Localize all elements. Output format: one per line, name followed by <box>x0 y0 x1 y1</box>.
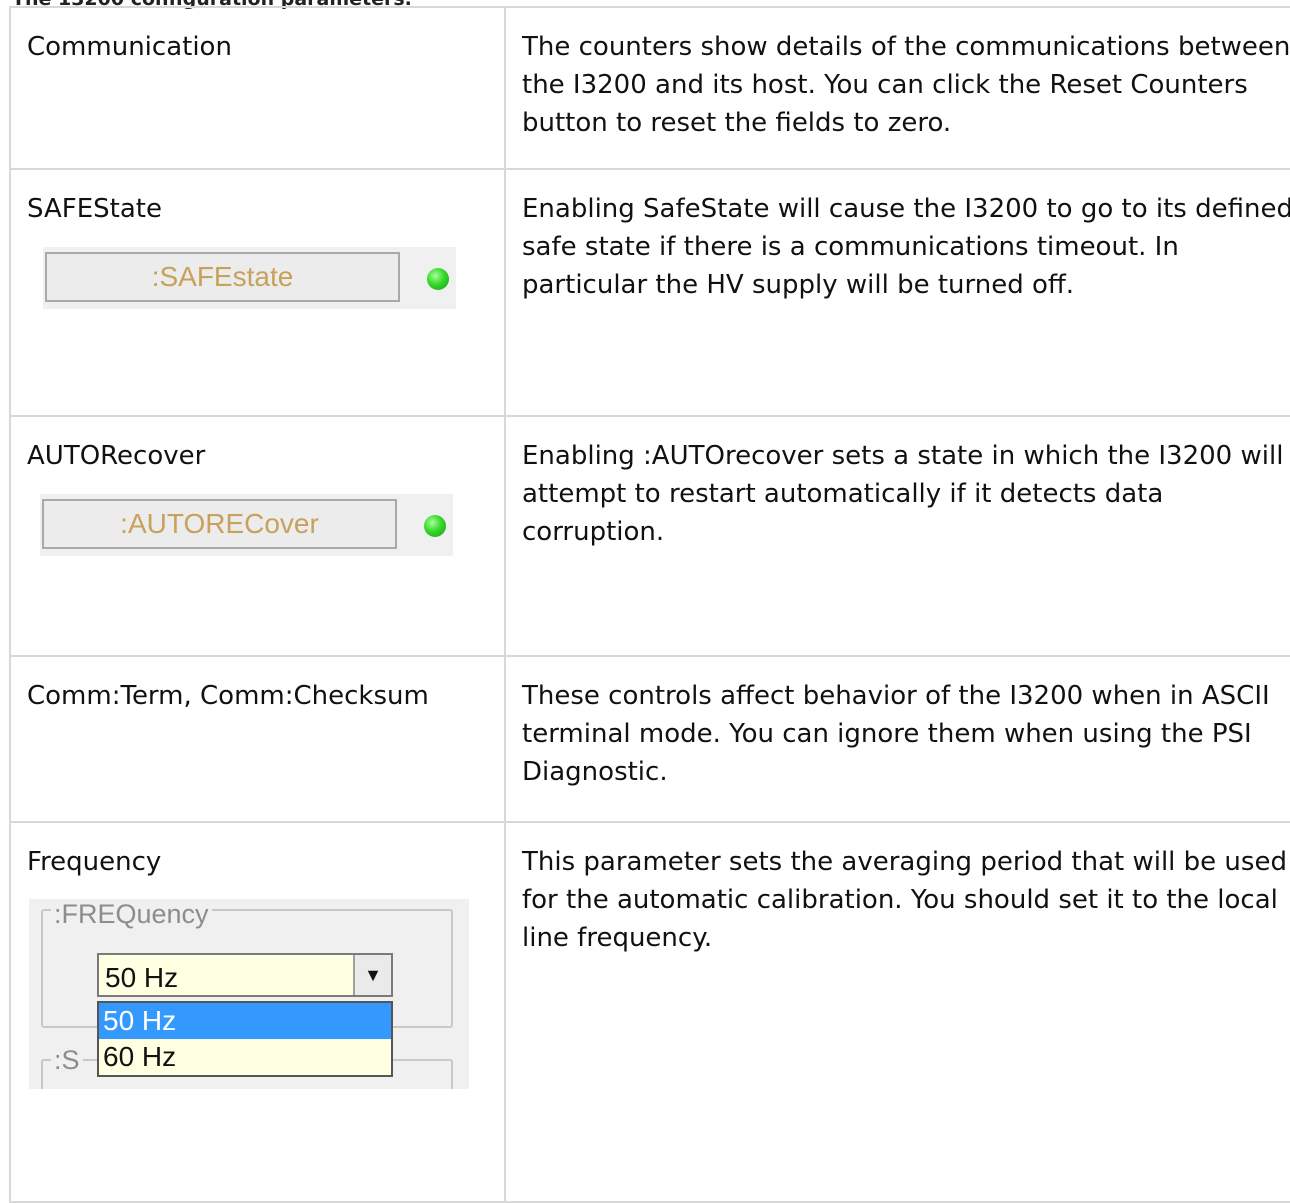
safestate-widget: :SAFEstate <box>43 247 456 309</box>
table-row: Comm:Term, Comm:Checksum These controls … <box>9 655 1290 823</box>
param-desc-comm: These controls affect behavior of the I3… <box>522 681 1270 787</box>
param-name-communication: Communication <box>27 32 232 62</box>
frequency-option: 50 Hz <box>99 1003 391 1039</box>
status-led-icon <box>424 515 446 537</box>
frequency-widget: :FREQuency :S 50 Hz ▼ 50 Hz 60 Hz <box>29 899 469 1089</box>
param-name-frequency: Frequency <box>27 847 162 877</box>
param-name-autorecover: AUTORecover <box>27 441 206 471</box>
param-name-safestate: SAFEState <box>27 194 162 224</box>
table-row: Frequency :FREQuency :S 50 Hz ▼ 50 Hz 60… <box>9 821 1290 1203</box>
frequency-option: 60 Hz <box>103 1041 177 1072</box>
param-name-comm: Comm:Term, Comm:Checksum <box>27 681 429 711</box>
table-row: AUTORecover :AUTORECover Enabling :AUTOr… <box>9 415 1290 657</box>
param-desc-frequency: This parameter sets the averaging period… <box>522 847 1287 953</box>
safestate-button: :SAFEstate <box>45 252 400 302</box>
parameter-table: Communication The counters show details … <box>9 6 1290 1203</box>
frequency-group-label: :FREQuency <box>51 899 212 933</box>
param-desc-autorecover: Enabling :AUTOrecover sets a state in wh… <box>522 441 1284 547</box>
autorecover-button: :AUTORECover <box>42 499 397 549</box>
frequency-selected-value: 50 Hz <box>105 962 179 993</box>
table-row: SAFEState :SAFEstate Enabling SafeState … <box>9 168 1290 417</box>
param-desc-communication: The counters show details of the communi… <box>522 32 1290 138</box>
frequency-select: 50 Hz ▼ <box>97 953 393 997</box>
param-desc-safestate: Enabling SafeState will cause the I3200 … <box>522 194 1290 300</box>
autorecover-widget: :AUTORECover <box>40 494 453 556</box>
chevron-down-icon: ▼ <box>353 955 391 995</box>
table-row: Communication The counters show details … <box>9 6 1290 170</box>
next-group-label: :S <box>51 1041 83 1079</box>
frequency-options-list: 50 Hz 60 Hz <box>97 1001 393 1077</box>
status-led-icon <box>427 268 449 290</box>
